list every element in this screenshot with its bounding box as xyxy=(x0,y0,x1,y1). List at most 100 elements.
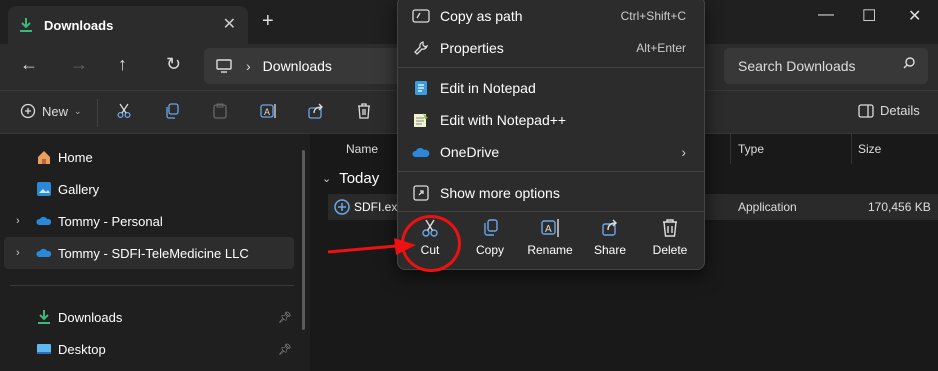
file-size: 170,456 KB xyxy=(868,200,931,214)
breadcrumb-downloads[interactable]: Downloads xyxy=(263,58,332,74)
rename-icon[interactable]: A xyxy=(260,103,278,119)
sidebar-item-gallery[interactable]: Gallery xyxy=(4,173,294,205)
menu-item-label: Show more options xyxy=(440,185,560,201)
menu-divider xyxy=(398,211,704,212)
menu-divider xyxy=(398,67,704,68)
show-more-icon xyxy=(413,185,429,201)
sidebar-scrollbar[interactable] xyxy=(302,150,305,330)
menu-item-edit-notepad[interactable]: Edit in Notepad xyxy=(402,73,700,103)
file-type: Application xyxy=(738,200,797,214)
sidebar-item-label: Tommy - Personal xyxy=(58,213,163,229)
sidebar-item-label: Desktop xyxy=(58,341,106,357)
menu-item-label: Copy as path xyxy=(440,8,523,24)
sidebar-item-label: Tommy - SDFI-TeleMedicine LLC xyxy=(58,245,249,261)
copy-path-icon xyxy=(412,9,430,23)
column-divider xyxy=(730,134,731,164)
delete-button[interactable]: Delete xyxy=(642,217,698,257)
search-input[interactable]: Search Downloads xyxy=(724,48,928,84)
column-header-type[interactable]: Type xyxy=(738,142,764,156)
action-label: Rename xyxy=(527,243,573,257)
column-header-name[interactable]: Name xyxy=(346,142,378,156)
gallery-icon xyxy=(37,182,51,196)
maximize-button[interactable]: ☐ xyxy=(862,6,876,26)
sidebar-item-label: Downloads xyxy=(58,309,123,325)
wrench-icon xyxy=(414,41,428,55)
new-button[interactable]: New ⌄ xyxy=(20,103,82,119)
delete-icon[interactable] xyxy=(356,103,372,119)
chevron-right-icon: › xyxy=(681,144,686,160)
delete-icon xyxy=(663,219,677,237)
annotation-arrow xyxy=(328,238,416,255)
onedrive-icon xyxy=(36,248,52,257)
menu-item-properties[interactable]: Properties Alt+Enter xyxy=(402,33,700,63)
new-label: New xyxy=(42,103,69,119)
address-bar[interactable]: › Downloads xyxy=(204,48,404,84)
sidebar-divider xyxy=(10,285,294,286)
menu-item-label: Properties xyxy=(440,40,504,56)
details-pane-button[interactable]: Details xyxy=(858,103,920,118)
column-header-size[interactable]: Size xyxy=(858,142,881,156)
sidebar-item-tommy-sdfi[interactable]: › Tommy - SDFI-TeleMedicine LLC xyxy=(4,237,294,269)
menu-item-shortcut: Ctrl+Shift+C xyxy=(620,9,686,23)
copy-button[interactable]: Copy xyxy=(462,217,518,257)
breadcrumb-separator: › xyxy=(246,58,251,74)
details-pane-icon xyxy=(858,103,874,118)
onedrive-icon xyxy=(36,216,52,225)
pin-icon[interactable]: 📌︎ xyxy=(278,343,292,356)
group-header-today[interactable]: ⌄ Today xyxy=(322,170,379,187)
up-icon[interactable]: ↑ xyxy=(118,54,127,75)
svg-text:A: A xyxy=(264,107,270,117)
sidebar-item-label: Gallery xyxy=(58,181,100,197)
menu-item-label: Edit with Notepad++ xyxy=(440,112,567,128)
menu-item-show-more-options[interactable]: Show more options xyxy=(402,178,700,208)
toolbar-divider xyxy=(97,99,98,127)
pin-icon[interactable]: 📌︎ xyxy=(278,311,292,324)
download-icon xyxy=(20,18,32,32)
action-label: Copy xyxy=(475,243,504,257)
column-divider xyxy=(851,134,852,164)
sidebar-item-label: Home xyxy=(58,149,93,165)
tab-title: Downloads xyxy=(44,17,114,33)
menu-item-label: Edit in Notepad xyxy=(440,80,536,96)
tab-close-button[interactable]: ✕ xyxy=(223,14,236,34)
details-label: Details xyxy=(880,103,920,118)
menu-item-edit-notepadpp[interactable]: Edit with Notepad++ xyxy=(402,105,700,135)
minimize-button[interactable]: — xyxy=(818,6,834,24)
sidebar-item-tommy-personal[interactable]: › Tommy - Personal xyxy=(4,205,294,237)
notepad-plus-plus-icon xyxy=(414,113,428,127)
chevron-down-icon: ⌄ xyxy=(74,105,82,116)
refresh-icon[interactable]: ↻ xyxy=(166,54,181,75)
rename-button[interactable]: A Rename xyxy=(522,217,578,257)
chevron-right-icon[interactable]: › xyxy=(16,247,20,259)
tab-downloads[interactable]: Downloads ✕ xyxy=(8,6,248,44)
chevron-right-icon[interactable]: › xyxy=(16,215,20,227)
sidebar-item-desktop[interactable]: Desktop 📌︎ xyxy=(4,333,294,365)
action-label: Delete xyxy=(652,243,688,257)
share-button[interactable]: Share xyxy=(582,217,638,257)
chevron-down-icon: ⌄ xyxy=(322,173,332,185)
paste-icon[interactable] xyxy=(212,103,228,119)
share-icon xyxy=(602,219,617,236)
forward-icon[interactable]: → xyxy=(70,54,88,75)
copy-icon[interactable] xyxy=(164,103,180,119)
notepad-icon xyxy=(415,81,427,95)
plus-circle-icon xyxy=(20,103,36,119)
sidebar-item-downloads[interactable]: Downloads 📌︎ xyxy=(4,301,294,333)
application-icon xyxy=(334,199,350,215)
close-window-button[interactable]: ✕ xyxy=(908,6,921,26)
search-icon xyxy=(903,57,915,69)
group-label: Today xyxy=(339,170,380,187)
new-tab-button[interactable]: + xyxy=(262,10,274,33)
menu-item-onedrive[interactable]: OneDrive › xyxy=(402,137,700,167)
computer-icon xyxy=(216,59,232,73)
onedrive-icon xyxy=(412,147,430,157)
cut-icon[interactable] xyxy=(116,103,132,119)
download-icon xyxy=(38,310,50,324)
menu-item-shortcut: Alt+Enter xyxy=(636,41,686,55)
back-icon[interactable]: ← xyxy=(20,54,38,75)
sidebar-item-home[interactable]: Home xyxy=(4,141,294,173)
menu-item-copy-as-path[interactable]: Copy as path Ctrl+Shift+C xyxy=(402,1,700,31)
menu-divider xyxy=(398,171,704,172)
home-icon xyxy=(38,151,50,164)
share-icon[interactable] xyxy=(308,103,324,119)
